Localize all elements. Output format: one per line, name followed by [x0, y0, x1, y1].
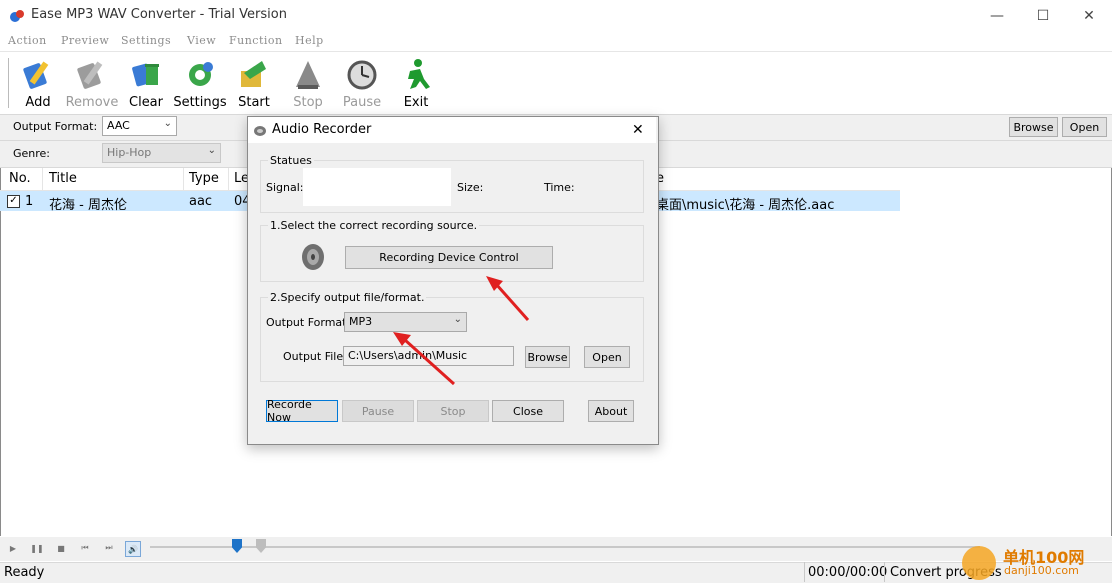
step1-label: 1.Select the correct recording source. [268, 219, 480, 232]
maximize-icon: ☐ [1036, 7, 1050, 24]
chevron-down-icon: ⌄ [207, 145, 216, 156]
play-button[interactable]: ▶ [6, 541, 20, 555]
dialog-title: Audio Recorder [272, 122, 372, 137]
status-ready: Ready [4, 565, 45, 580]
col-type[interactable]: Type [189, 171, 219, 186]
genre-select[interactable]: Hip-Hop ⌄ [102, 143, 221, 163]
trash-icon [132, 63, 159, 87]
dialog-stop-button[interactable]: Stop [417, 400, 489, 422]
exit-icon [408, 59, 430, 89]
output-format-select[interactable]: AAC ⌄ [102, 116, 177, 136]
next-button[interactable]: ⏭ [102, 541, 116, 555]
menu-preview[interactable]: Preview [61, 34, 109, 47]
start-icon [241, 61, 266, 87]
dialog-output-format-select[interactable]: MP3 ⌄ [344, 312, 467, 332]
about-button[interactable]: About [588, 400, 634, 422]
statues-label: Statues [268, 154, 314, 167]
menu-action[interactable]: Action [8, 34, 47, 47]
chevron-down-icon: ⌄ [453, 314, 462, 325]
row-path: 桌面\music\花海 - 周杰伦.aac [656, 198, 835, 213]
status-divider [804, 562, 805, 582]
exit-label: Exit [403, 95, 429, 110]
remove-button[interactable]: Remove [65, 55, 119, 111]
seek-track[interactable] [150, 546, 980, 548]
menu-view[interactable]: View [187, 34, 216, 47]
dialog-browse-button[interactable]: Browse [525, 346, 570, 368]
app-icon [9, 8, 25, 24]
row-type: aac [189, 194, 213, 209]
output-group [260, 297, 644, 382]
watermark-logo [962, 546, 996, 580]
menu-function[interactable]: Function [229, 34, 283, 47]
stop-label: Stop [293, 95, 323, 110]
close-window-button[interactable]: ✕ [1066, 0, 1112, 31]
col-divider[interactable] [228, 168, 229, 190]
clear-button[interactable]: Clear [119, 55, 173, 111]
output-file-input[interactable]: C:\Users\admin\Music [343, 346, 514, 366]
settings-label: Settings [173, 95, 227, 110]
settings-button[interactable]: Settings [173, 55, 227, 111]
menu-settings[interactable]: Settings [121, 34, 171, 47]
add-label: Add [25, 95, 51, 110]
row-checkbox[interactable]: ✓ [7, 195, 20, 208]
row-title: 花海 - 周杰伦 [49, 198, 127, 213]
stop-icon [296, 61, 320, 89]
pause-button[interactable]: Pause [335, 55, 389, 111]
window-title: Ease MP3 WAV Converter - Trial Version [31, 7, 287, 22]
open-button[interactable]: Open [1062, 117, 1107, 137]
maximize-button[interactable]: ☐ [1020, 0, 1066, 31]
signal-label: Signal: [266, 181, 304, 194]
status-divider [884, 562, 885, 582]
pause-label: Pause [342, 95, 382, 110]
menu-help[interactable]: Help [295, 34, 324, 47]
pause-playback-button[interactable]: ❚❚ [30, 541, 44, 555]
dialog-output-format-label: Output Format: [266, 316, 351, 329]
remove-label: Remove [65, 95, 119, 110]
exit-button[interactable]: Exit [389, 55, 443, 111]
player-bar [0, 537, 1112, 561]
dialog-pause-button[interactable]: Pause [342, 400, 414, 422]
stop-playback-button[interactable]: ■ [54, 541, 68, 555]
col-divider[interactable] [183, 168, 184, 190]
step2-label: 2.Specify output file/format. [268, 291, 427, 304]
col-title[interactable]: Title [49, 171, 77, 186]
output-format-label: Output Format: [13, 120, 98, 133]
dialog-close-button[interactable]: ✕ [632, 122, 644, 138]
genre-label: Genre: [13, 147, 51, 160]
remove-icon [77, 61, 103, 89]
output-file-label: Output File: [283, 350, 347, 363]
close-icon: ✕ [632, 122, 644, 138]
clock-icon [347, 60, 377, 90]
recorder-icon [253, 123, 267, 137]
browse-button[interactable]: Browse [1009, 117, 1058, 137]
minimize-button[interactable]: — [974, 0, 1020, 31]
dialog-close-btn[interactable]: Close [492, 400, 564, 422]
dialog-open-button[interactable]: Open [584, 346, 630, 368]
size-label: Size: [457, 181, 484, 194]
col-divider[interactable] [42, 168, 43, 190]
close-icon: ✕ [1083, 7, 1095, 24]
minimize-icon: — [990, 7, 1004, 24]
stop-button[interactable]: Stop [281, 55, 335, 111]
time-label: Time: [544, 181, 575, 194]
speaker-icon [297, 242, 327, 272]
row-no: 1 [25, 194, 34, 209]
add-button[interactable]: Add [11, 55, 65, 111]
volume-button[interactable]: 🔊 [125, 541, 141, 557]
add-icon [23, 61, 49, 89]
record-now-button[interactable]: Recorde Now [266, 398, 338, 424]
col-no[interactable]: No. [9, 171, 31, 186]
status-time: 00:00/00:00 [808, 565, 888, 580]
speaker-icon: 🔊 [128, 544, 138, 554]
gear-icon [189, 62, 213, 86]
recording-device-control-button[interactable]: Recording Device Control [345, 246, 553, 269]
previous-button[interactable]: ⏮ [78, 541, 92, 555]
clear-label: Clear [129, 95, 163, 110]
chevron-down-icon: ⌄ [163, 118, 172, 129]
watermark-url: danji100.com [1004, 564, 1079, 577]
signal-meter [303, 168, 451, 206]
start-label: Start [238, 95, 270, 110]
start-button[interactable]: Start [227, 55, 281, 111]
